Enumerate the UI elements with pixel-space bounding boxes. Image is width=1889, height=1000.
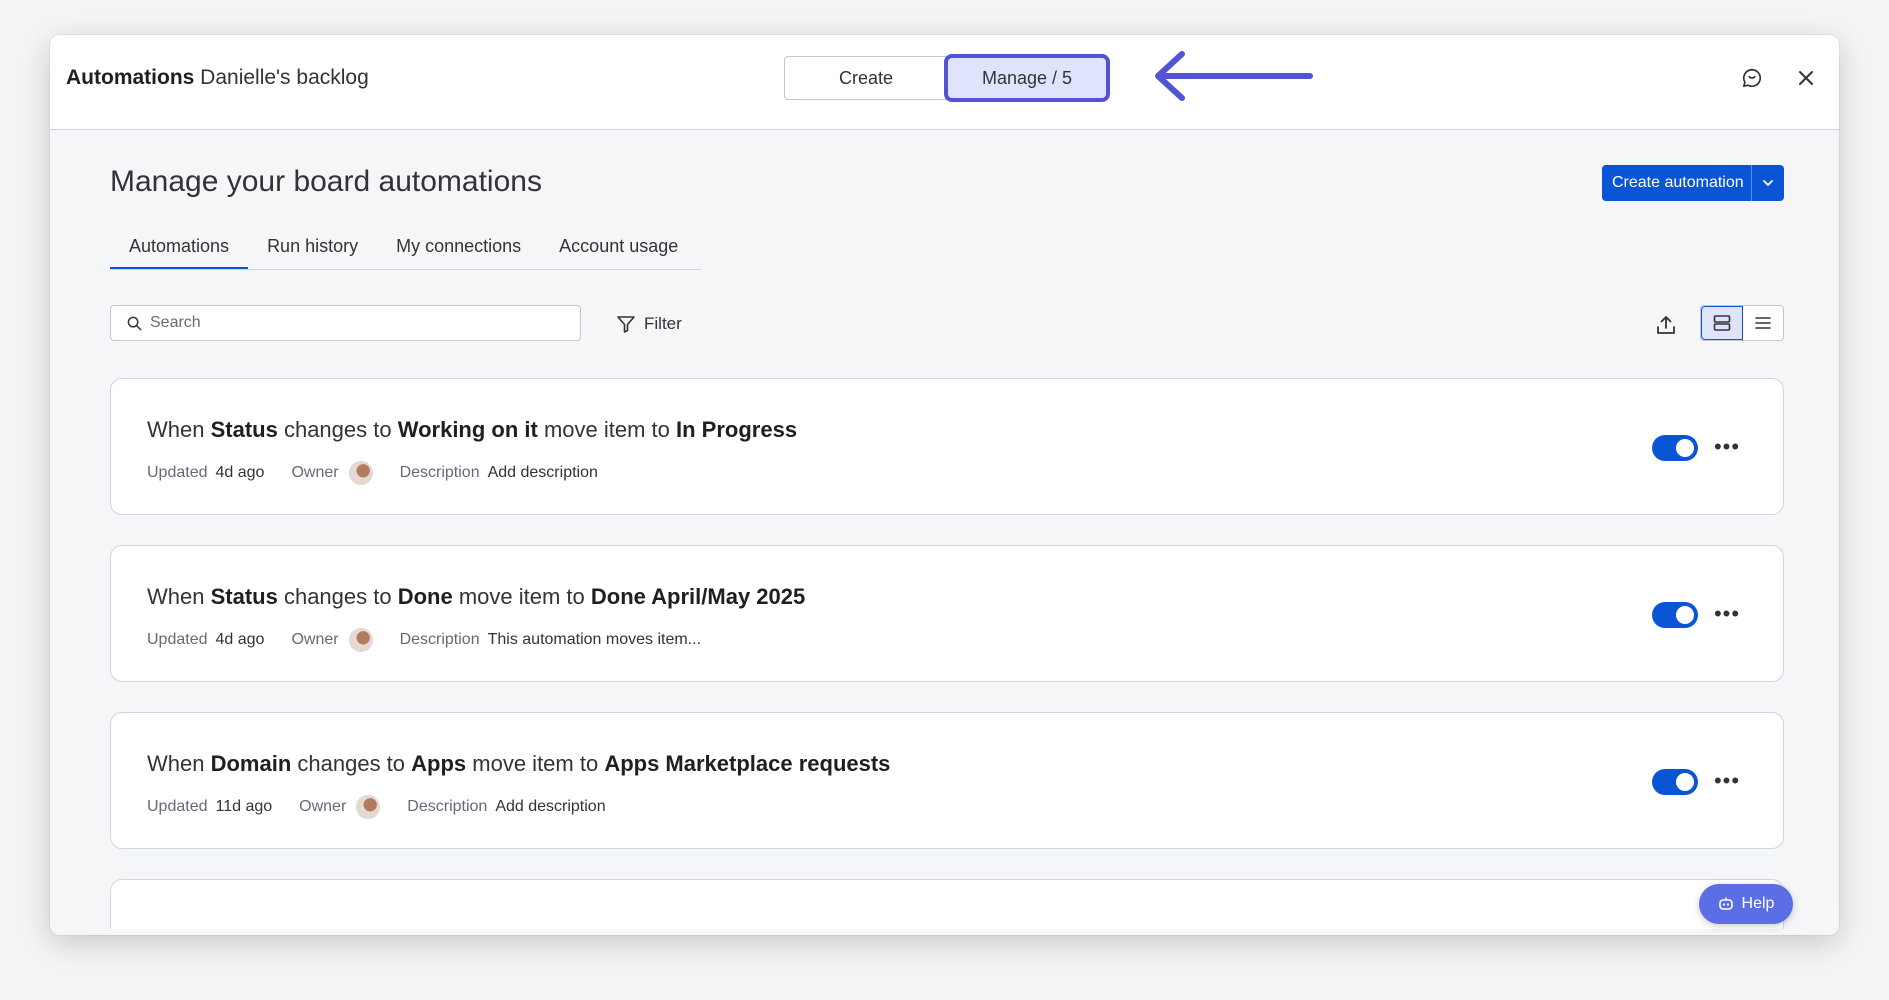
owner-label: Owner [291,631,339,648]
robot-icon [1718,896,1734,912]
toggle-knob [1676,773,1694,791]
automation-meta: Updated 4d ago Owner Description This au… [147,628,701,652]
card-view-icon[interactable] [1701,306,1743,340]
recipe-trigger-column: Status [210,417,278,442]
filter-icon [616,314,636,334]
owner-avatar[interactable] [348,628,373,652]
create-automation-label: Create automation [1612,174,1744,191]
owner-avatar[interactable] [348,461,373,485]
updated-value: 11d ago [215,798,273,815]
recipe-text: When [147,584,211,609]
owner-label: Owner [291,464,339,481]
automation-card-partial[interactable] [110,879,1784,929]
description-value[interactable]: This automation moves item... [488,631,701,649]
updated-value: 4d ago [215,631,265,648]
recipe-target-group: In Progress [676,417,798,442]
list-view-icon[interactable] [1743,306,1783,340]
recipe-target-group: Done April/May 2025 [590,584,806,609]
recipe-text: changes to [277,417,398,442]
description-label: Description [399,464,480,481]
automation-recipe: When Status changes to Working on it mov… [147,417,797,443]
updated-label: Updated [147,464,208,481]
recipe-text: move item to [466,751,605,776]
view-toggle [1700,305,1784,341]
recipe-trigger-value: Working on it [397,417,538,442]
recipe-trigger-value: Done [397,584,453,609]
owner-label: Owner [299,798,347,815]
recipe-text: changes to [277,584,398,609]
search-icon [111,316,142,331]
tab-automations[interactable]: Automations [110,224,249,269]
tab-my-connections[interactable]: My connections [377,224,540,269]
more-options-icon[interactable]: ••• [1711,765,1743,797]
filter-label: Filter [644,314,682,333]
automation-toggle[interactable] [1652,435,1698,461]
close-icon[interactable] [1790,62,1822,94]
toggle-knob [1676,439,1694,457]
top-bar: Automations Danielle's backlog Create Ma… [50,35,1839,130]
recipe-text: move item to [537,417,677,442]
more-options-icon[interactable]: ••• [1711,598,1743,630]
recipe-text: When [147,417,211,442]
help-button[interactable]: Help [1699,884,1793,924]
automation-recipe: When Status changes to Done move item to… [147,584,805,610]
recipe-trigger-column: Domain [210,751,292,776]
automation-card[interactable]: When Status changes to Working on it mov… [110,378,1784,515]
search-input[interactable] [142,313,552,333]
automation-toggle[interactable] [1652,602,1698,628]
tab-bar: Automations Run history My connections A… [110,224,701,270]
app-title: Automations [66,66,195,89]
updated-label: Updated [147,631,208,648]
tab-run-history[interactable]: Run history [248,224,377,269]
automation-meta: Updated 4d ago Owner Description Add des… [147,461,598,485]
automation-meta: Updated 11d ago Owner Description Add de… [147,795,606,819]
chevron-down-icon[interactable] [1751,165,1784,201]
help-label: Help [1741,895,1775,912]
description-value[interactable]: Add description [488,464,598,482]
board-name: Danielle's backlog [200,66,369,89]
description-value[interactable]: Add description [495,798,605,816]
recipe-trigger-column: Status [210,584,278,609]
automation-toggle[interactable] [1652,769,1698,795]
owner-avatar[interactable] [356,795,381,819]
window-title: Automations Danielle's backlog [66,66,369,90]
create-automation-button[interactable]: Create automation [1602,165,1784,201]
recipe-trigger-value: Apps [411,751,467,776]
search-box [110,305,581,341]
description-label: Description [407,798,488,815]
tab-account-usage[interactable]: Account usage [540,224,697,269]
recipe-text: When [147,751,211,776]
description-label: Description [399,631,480,648]
updated-value: 4d ago [215,464,265,481]
left-arrow-icon [1155,51,1313,101]
filter-button[interactable]: Filter [616,309,682,339]
automation-recipe: When Domain changes to Apps move item to… [147,751,890,777]
create-tab-button[interactable]: Create [784,56,947,100]
page-title: Manage your board automations [110,165,542,198]
toggle-knob [1676,606,1694,624]
recipe-text: changes to [291,751,412,776]
automation-card[interactable]: When Domain changes to Apps move item to… [110,712,1784,849]
manage-tab-button[interactable]: Manage / 5 [944,54,1110,102]
more-options-icon[interactable]: ••• [1711,431,1743,463]
export-icon[interactable] [1650,309,1682,341]
updated-label: Updated [147,798,208,815]
recipe-text: move item to [452,584,591,609]
automation-card[interactable]: When Status changes to Done move item to… [110,545,1784,682]
feedback-chat-icon[interactable] [1736,62,1768,94]
recipe-target-group: Apps Marketplace requests [604,751,891,776]
automations-window: Automations Danielle's backlog Create Ma… [50,35,1839,935]
